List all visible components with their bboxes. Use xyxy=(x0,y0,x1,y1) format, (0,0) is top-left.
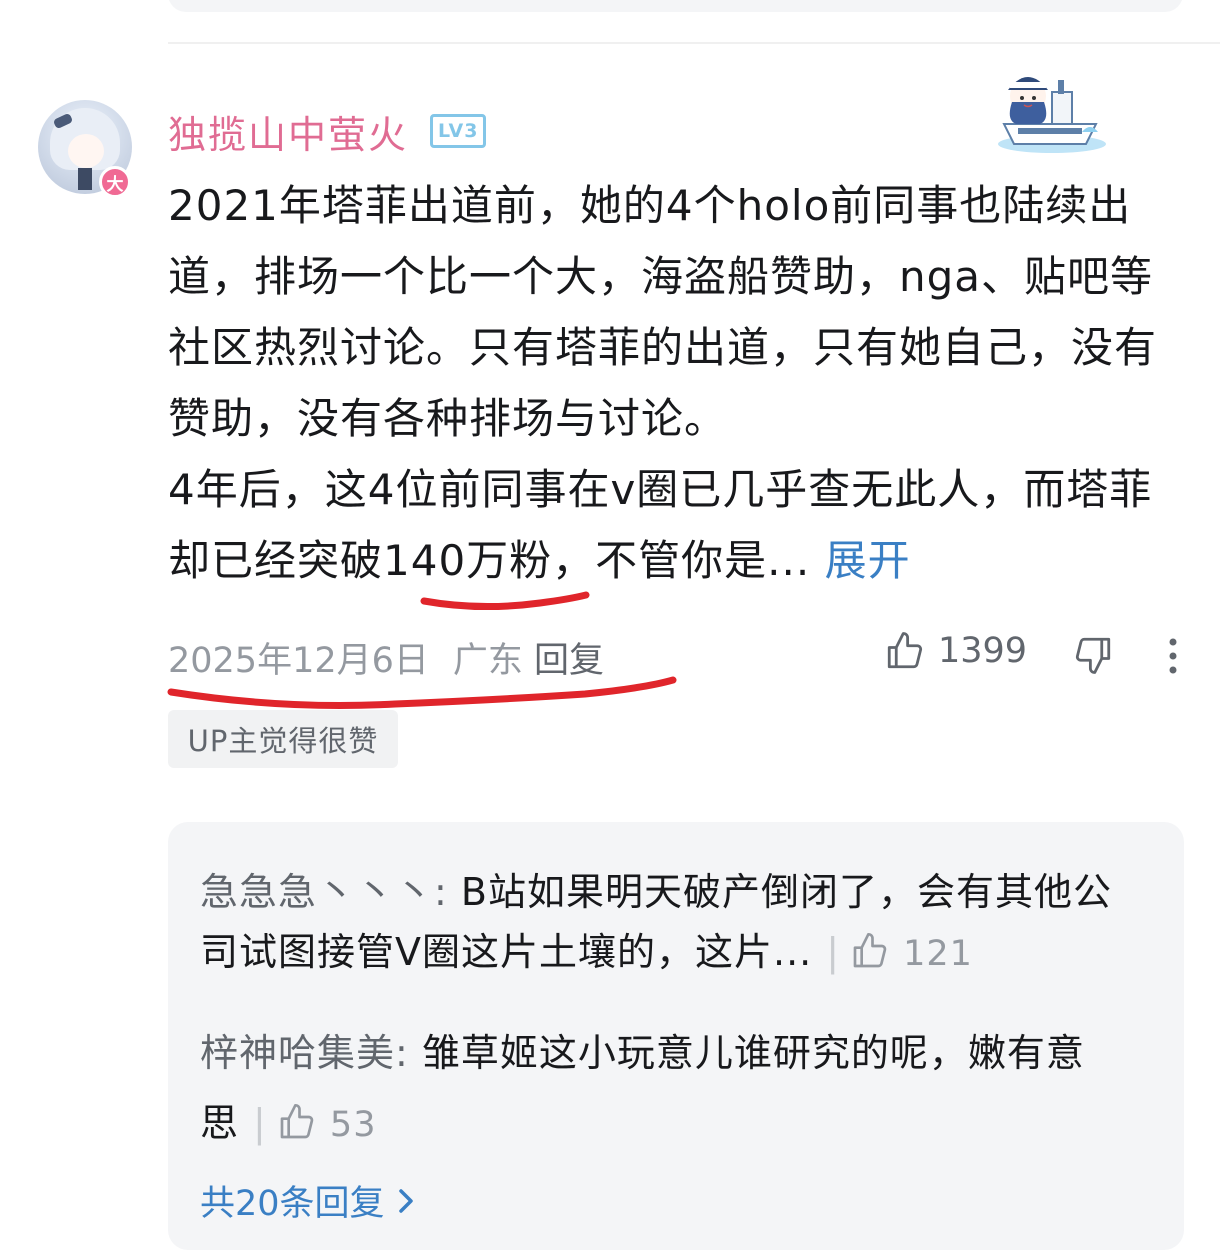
like-count: 1399 xyxy=(938,631,1028,671)
sub-reply-like-count: 53 xyxy=(329,1105,377,1145)
sub-reply-user[interactable]: 急急急丶丶丶 xyxy=(200,870,434,914)
sub-reply-1[interactable]: 急急急丶丶丶: B站如果明天破产倒闭了，会有其他公司试图接管V圈这片土壤的，这片… xyxy=(200,862,1150,984)
thumbs-down-icon[interactable] xyxy=(1072,634,1114,676)
reply-button[interactable]: 回复 xyxy=(534,632,604,683)
comment-body: 2021年塔菲出道前，她的4个holo前同事也陆续出道，排场一个比一个大，海盗船… xyxy=(168,170,1178,596)
sub-reply-like-count: 121 xyxy=(903,934,973,974)
comment-divider xyxy=(168,42,1220,44)
total-replies-label: 共20条回复 xyxy=(200,1184,385,1224)
annotation-underline-fans xyxy=(420,591,590,611)
previous-comment-card xyxy=(168,0,1183,12)
comment-location: 广东 xyxy=(452,641,523,681)
up-liked-tag: UP主觉得很赞 xyxy=(168,710,398,768)
like-button[interactable]: 1399 xyxy=(884,630,1027,672)
thumbs-up-icon xyxy=(887,632,923,669)
avatar-badge: 大 xyxy=(99,166,131,198)
comment-paragraph-2-text: 4年后，这4位前同事在v圈已几乎查无此人，而塔菲却已经突破140万粉，不管你是.… xyxy=(168,465,1153,585)
sub-reply-colon: : xyxy=(395,1031,422,1075)
thumbs-up-icon[interactable] xyxy=(850,931,890,971)
chevron-right-icon xyxy=(398,1188,413,1213)
sub-reply-2[interactable]: 梓神哈集美: 雏草姬这小玩意儿谁研究的呢，嫩有意思 | 53 xyxy=(200,1018,1150,1160)
comment-paragraph-2: 4年后，这4位前同事在v圈已几乎查无此人，而塔菲却已经突破140万粉，不管你是.… xyxy=(168,454,1178,596)
comment-username[interactable]: 独揽山中萤火 xyxy=(168,104,408,159)
comment-date: 2025年12月6日 xyxy=(168,641,429,681)
sub-reply-user[interactable]: 梓神哈集美 xyxy=(200,1031,395,1075)
more-options-icon[interactable] xyxy=(1165,636,1181,676)
decoration-ship-icon xyxy=(998,77,1106,153)
view-all-replies-link[interactable]: 共20条回复 xyxy=(200,1175,417,1226)
thumbs-up-icon[interactable] xyxy=(277,1102,317,1142)
separator: | xyxy=(253,1101,267,1145)
expand-button[interactable]: 展开 xyxy=(825,536,911,585)
comment-paragraph-1: 2021年塔菲出道前，她的4个holo前同事也陆续出道，排场一个比一个大，海盗船… xyxy=(168,181,1158,443)
sub-reply-colon: : xyxy=(434,870,461,914)
separator: | xyxy=(826,930,841,974)
level-badge: LV3 xyxy=(430,114,487,148)
comment-meta: 2025年12月6日 广东 xyxy=(168,632,547,683)
